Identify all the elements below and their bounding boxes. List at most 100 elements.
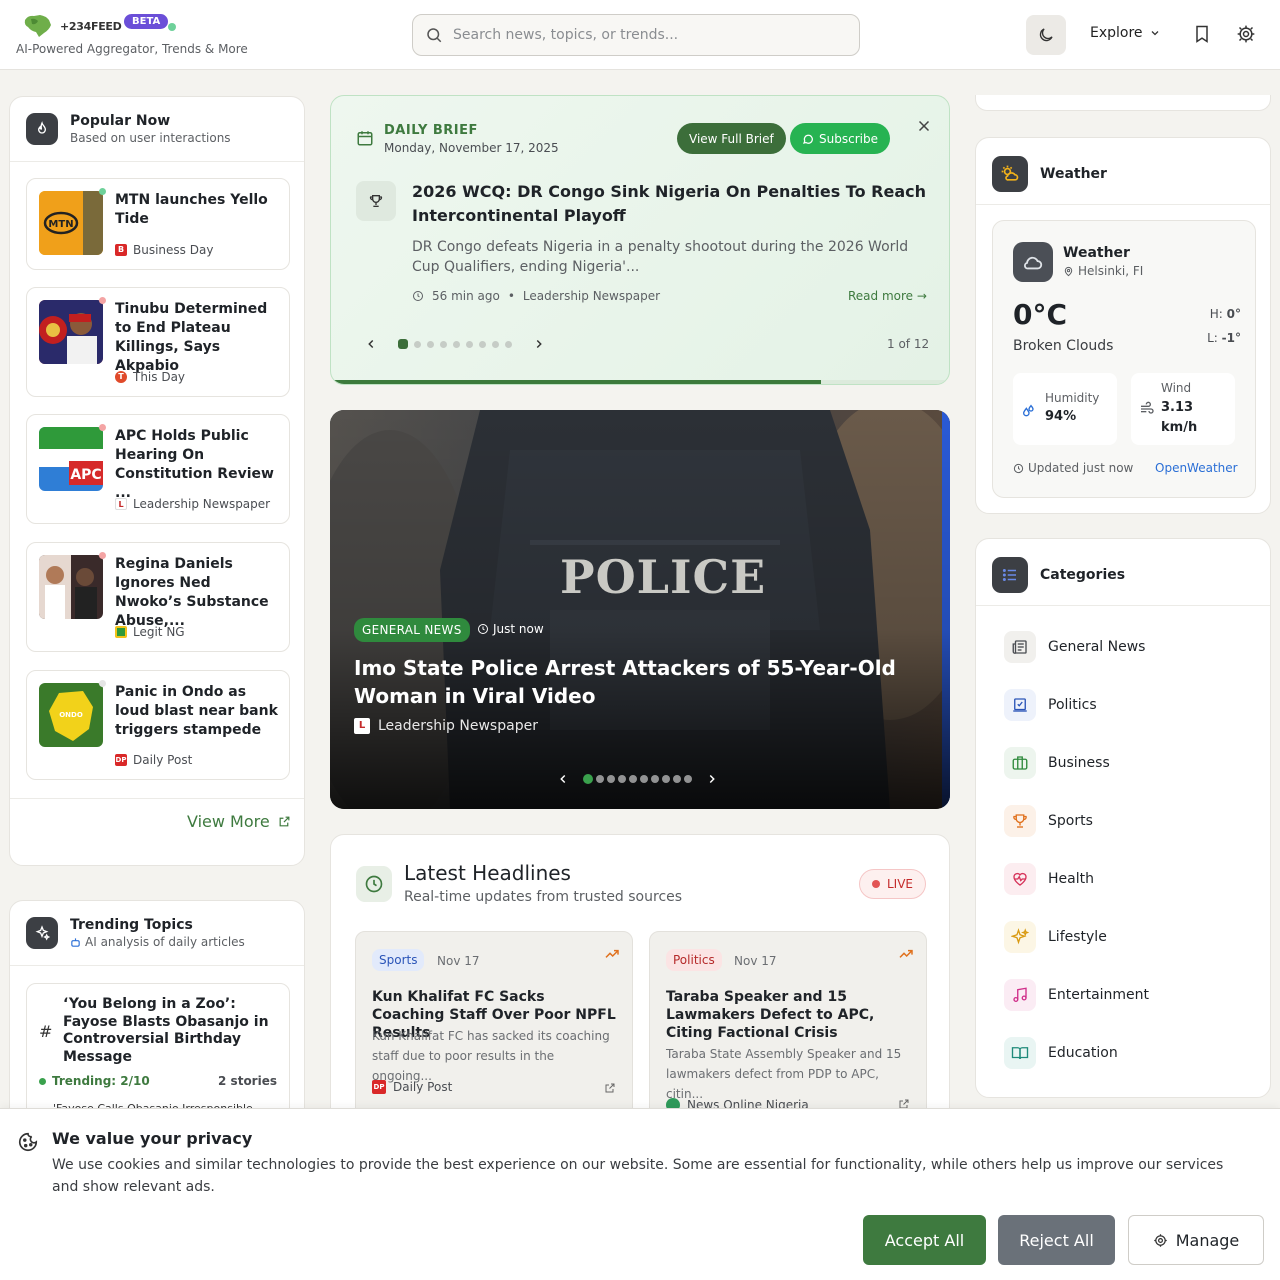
pagination-dot[interactable] [492,340,499,348]
weather-condition: Broken Clouds [1013,338,1114,354]
popular-subtitle: Based on user interactions [70,131,231,145]
popular-item[interactable]: ONDO Panic in Ondo as loud blast near ba… [26,670,290,780]
newspaper-icon [1004,631,1036,663]
daily-brief-headline[interactable]: 2026 WCQ: DR Congo Sink Nigeria On Penal… [412,180,932,228]
search-bar[interactable] [412,14,860,56]
popular-item-title: APC Holds Public Hearing On Constitution… [115,428,274,501]
pagination-dot[interactable] [662,775,670,783]
trending-story-count: 2 stories [218,1074,277,1088]
pagination-dot[interactable] [427,340,434,348]
vote-icon [1004,689,1036,721]
pagination-dot[interactable] [479,340,486,348]
pagination-dot[interactable] [466,340,473,348]
flame-icon [26,113,58,145]
hero-source: L Leadership Newspaper [354,718,538,734]
status-dot [99,552,106,559]
pagination-dot[interactable] [583,774,593,784]
status-dot [39,1077,46,1085]
external-link-icon[interactable] [604,1082,616,1094]
hashtag-icon: # [39,1022,53,1041]
hero-headline[interactable]: Imo State Police Arrest Attackers of 55-… [354,654,929,710]
category-label: Politics [1048,697,1097,713]
logo[interactable]: +234FEED [22,14,122,38]
popular-item[interactable]: Tinubu Determined to End Plateau Killing… [26,287,290,397]
category-education[interactable]: Education [1004,1037,1118,1069]
category-tag[interactable]: Sports [372,949,425,971]
category-health[interactable]: Health [1004,863,1094,895]
headline-card[interactable]: Sports Nov 17 Kun Khalifat FC Sacks Coac… [355,931,633,1131]
pagination-dot[interactable] [596,775,604,783]
pagination-dot[interactable] [618,775,626,783]
headline-card[interactable]: Politics Nov 17 Taraba Speaker and 15 La… [649,931,927,1131]
category-general-news[interactable]: General News [1004,631,1145,663]
category-politics[interactable]: Politics [1004,689,1097,721]
featured-story-carousel[interactable]: POLICE GENERAL NEWS Just now Imo State P… [330,410,950,809]
manage-cookies-button[interactable]: Manage [1128,1215,1264,1265]
explore-menu-button[interactable]: Explore [1090,25,1161,41]
theme-toggle-button[interactable] [1026,15,1066,55]
read-more-link[interactable]: Read more → [848,289,927,303]
headline-summary: Kun Khalifat FC has sacked its coaching … [372,1029,610,1083]
accept-all-button[interactable]: Accept All [863,1215,986,1265]
headline-date: Nov 17 [734,954,777,968]
source-logo-icon [115,626,127,638]
thumbnail-regina [39,555,103,619]
chevron-left-icon[interactable] [556,772,570,786]
pagination-dot[interactable] [607,775,615,783]
category-business[interactable]: Business [1004,747,1110,779]
pagination-dot[interactable] [684,775,692,783]
pagination-dot[interactable] [440,340,447,348]
chevron-left-icon[interactable] [364,337,378,351]
headline-title[interactable]: Taraba Speaker and 15 Lawmakers Defect t… [666,988,914,1042]
svg-text:MTN: MTN [48,219,73,230]
category-tag[interactable]: Politics [666,949,722,971]
category-sports[interactable]: Sports [1004,805,1093,837]
view-full-brief-button[interactable]: View Full Brief [677,123,786,154]
pagination-dot[interactable] [640,775,648,783]
weather-high: H: 0° [1209,307,1241,321]
sparkle-icon [26,917,58,949]
chevron-right-icon[interactable] [705,772,719,786]
pagination-dot[interactable] [629,775,637,783]
search-icon [427,28,442,43]
pagination-dot[interactable] [651,775,659,783]
trophy-icon [356,181,396,221]
clock-icon [1013,463,1024,473]
wind-icon [1141,401,1154,414]
category-lifestyle[interactable]: Lifestyle [1004,921,1107,953]
category-label: Business [1048,755,1110,771]
status-dot [99,424,106,431]
brief-progress-bar [331,380,949,384]
pagination-dot[interactable] [398,339,408,349]
chevron-right-icon[interactable] [532,337,546,351]
trending-title: Trending Topics [70,917,193,933]
search-input[interactable] [453,27,833,43]
pagination-dot[interactable] [453,340,460,348]
bookmarks-button[interactable] [1192,24,1212,44]
pagination-dot[interactable] [414,340,421,348]
view-more-link[interactable]: View More [187,812,291,831]
tagline: AI-Powered Aggregator, Trends & More [16,42,248,56]
briefcase-icon [1004,747,1036,779]
category-entertainment[interactable]: Entertainment [1004,979,1149,1011]
trending-subtitle: AI analysis of daily articles [70,935,245,949]
hero-pagination [556,772,719,786]
pagination-dot[interactable] [505,340,512,348]
reject-all-button[interactable]: Reject All [998,1215,1115,1265]
category-tag[interactable]: GENERAL NEWS [354,618,470,642]
brief-counter: 1 of 12 [887,337,930,351]
weather-updated: Updated just now [1013,461,1133,475]
openweather-link[interactable]: OpenWeather [1155,461,1238,475]
pagination-dot[interactable] [673,775,681,783]
source-logo-icon: L [354,718,370,734]
popular-item[interactable]: MTN MTN launches Yello Tide B Business Da… [26,178,290,270]
divider [10,965,304,966]
logo-text: +234FEED [60,19,122,33]
popular-item[interactable]: Regina Daniels Ignores Ned Nwoko’s Subst… [26,542,290,652]
close-brief-button[interactable] [915,117,933,135]
settings-button[interactable] [1236,24,1256,44]
weather-location: Helsinki, FI [1063,264,1143,278]
popular-item[interactable]: APC APC Holds Public Hearing On Constitu… [26,414,290,524]
wind-value: 3.13 km/h [1161,400,1198,435]
subscribe-button[interactable]: Subscribe [790,123,890,154]
